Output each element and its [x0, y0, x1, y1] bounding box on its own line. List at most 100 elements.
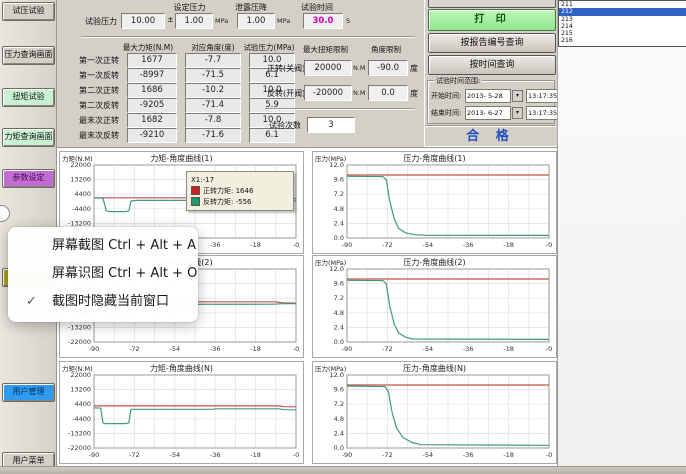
- sidebar-button-4[interactable]: 力矩查询画面: [2, 128, 55, 147]
- svg-text:-0: -0: [293, 451, 299, 459]
- start-time-label: 开始时间:: [431, 91, 465, 101]
- svg-text:-90: -90: [342, 345, 353, 353]
- report-number-list[interactable]: 211212213214215216: [558, 0, 686, 47]
- start-date-field[interactable]: 2013- 5-28: [465, 89, 511, 103]
- svg-text:-36: -36: [210, 241, 221, 249]
- angle-cell: -71.6: [185, 128, 241, 143]
- end-date-field[interactable]: 2013- 6-27: [465, 106, 511, 120]
- screenshot-context-menu: 屏幕截图 Ctrl + Alt + A屏幕识图 Ctrl + Alt + O✓截…: [8, 227, 198, 322]
- partially-visible-button[interactable]: [428, 0, 556, 8]
- svg-text:7.2: 7.2: [334, 294, 344, 302]
- start-time-field[interactable]: 13:17:35: [526, 89, 558, 103]
- svg-text:9.6: 9.6: [334, 176, 344, 184]
- forward-torque-limit-input[interactable]: 20000: [304, 60, 352, 76]
- test-count-label: 试验次数: [269, 120, 301, 131]
- row-label: 第二次反转: [69, 100, 119, 111]
- svg-text:2.4: 2.4: [334, 429, 344, 437]
- max-torque-cell: 1686: [127, 83, 177, 98]
- plus-minus-label: ±: [167, 15, 174, 24]
- angle-cell: -7.8: [185, 113, 241, 128]
- results-table: 第一次正转1677-7.710.0第一次反转-8997-71.56.1第二次正转…: [69, 53, 295, 143]
- svg-text:-22000: -22000: [68, 444, 91, 452]
- chart-canvas: -90-72-54-36-18-022000132004400-4400-132…: [60, 362, 303, 463]
- report-list-item[interactable]: 216: [559, 37, 686, 44]
- forward-angle-limit-input[interactable]: -90.0: [368, 60, 408, 76]
- context-menu-item[interactable]: 屏幕识图 Ctrl + Alt + O: [8, 260, 198, 288]
- mpa-unit-2: MPa: [277, 17, 290, 25]
- chart-y-axis-label: 压力(MPa): [315, 257, 346, 267]
- report-list-item[interactable]: 214: [559, 23, 686, 30]
- svg-text:-54: -54: [169, 345, 180, 353]
- chart-pressure-1: -90-72-54-36-18-012.09.67.24.82.40.0压力-角…: [312, 151, 557, 254]
- angle-cell: -71.5: [185, 68, 241, 83]
- svg-text:-36: -36: [463, 451, 474, 459]
- svg-text:-0: -0: [293, 345, 299, 353]
- chart-torque-n: -90-72-54-36-18-022000132004400-4400-132…: [59, 361, 304, 464]
- chart-title: 压力-角度曲线(2): [313, 257, 556, 268]
- test-count-input[interactable]: 3: [307, 117, 355, 133]
- print-button[interactable]: 打 印: [428, 9, 556, 31]
- svg-text:-4400: -4400: [72, 205, 91, 213]
- svg-text:-90: -90: [342, 241, 353, 249]
- leak-drop-input[interactable]: 1.00: [237, 13, 275, 29]
- end-time-row: 结束时间: 2013- 6-27 ▾ 13:17:35 ▲▼: [431, 106, 566, 119]
- svg-text:-36: -36: [463, 241, 474, 249]
- settings-panel: 设定压力 试验压力 10.00 ± 1.00 MPa 泄露压降 1.00 MPa…: [57, 0, 424, 147]
- col-header-angle: 对应角度(度): [183, 42, 243, 53]
- svg-text:9.6: 9.6: [334, 280, 344, 288]
- table-row: 第一次反转-8997-71.56.1: [69, 68, 295, 83]
- tooltip-x-value: X1:-17: [191, 174, 289, 185]
- angle-cell: -71.4: [185, 98, 241, 113]
- tolerance-input[interactable]: 1.00: [175, 13, 213, 29]
- context-menu-item[interactable]: ✓截图时隐藏当前窗口: [8, 288, 198, 316]
- query-by-time-button[interactable]: 按时间查询: [428, 55, 556, 75]
- report-list-item[interactable]: 213: [559, 16, 686, 23]
- sidebar-button-7[interactable]: 用户管理: [2, 383, 55, 402]
- end-date-dropdown-icon[interactable]: ▾: [512, 107, 523, 119]
- svg-text:13200: 13200: [70, 386, 91, 394]
- svg-text:-4400: -4400: [72, 415, 91, 423]
- degree-unit-1: 度: [410, 63, 418, 74]
- reverse-torque-limit-input[interactable]: -20000: [304, 85, 352, 101]
- reverse-open-label: 反转(开阀): [267, 88, 305, 99]
- nm-unit-2: N.M: [353, 89, 366, 97]
- svg-text:-18: -18: [250, 451, 261, 459]
- sidebar-button-3[interactable]: 扭矩试验: [2, 88, 55, 107]
- angle-cell: -7.7: [185, 53, 241, 68]
- svg-text:-72: -72: [382, 241, 393, 249]
- table-row: 最末次正转1682-7.810.0: [69, 113, 295, 128]
- sidebar-button-5[interactable]: 参数设定: [2, 169, 55, 188]
- reverse-angle-limit-input[interactable]: 0.0: [368, 85, 408, 101]
- sidebar-button-2[interactable]: 压力查询画面: [2, 46, 55, 65]
- chart-y-axis-label: 压力(MPa): [315, 153, 346, 163]
- mpa-unit-1: MPa: [215, 17, 228, 25]
- test-time-input[interactable]: 30.0: [303, 13, 343, 29]
- chart-title: 压力-角度曲线(1): [313, 153, 556, 164]
- test-pressure-input[interactable]: 10.00: [121, 13, 165, 29]
- separator: [81, 36, 415, 38]
- query-panel: 打 印 按报告编号查询 按时间查询 试验时间范围: 开始时间: 2013- 5-…: [424, 0, 557, 147]
- forward-torque-swatch: [191, 186, 200, 195]
- seconds-unit: S: [346, 17, 350, 25]
- svg-text:-54: -54: [422, 345, 433, 353]
- chart-y-axis-label: 力矩(N.M): [62, 363, 93, 373]
- query-by-report-button[interactable]: 按报告编号查询: [428, 33, 556, 53]
- svg-text:-72: -72: [129, 451, 140, 459]
- start-date-dropdown-icon[interactable]: ▾: [512, 90, 523, 102]
- separator: [265, 108, 415, 110]
- pressure-cell: 5.9: [249, 98, 295, 113]
- report-list-item[interactable]: 211: [559, 1, 686, 8]
- svg-text:-54: -54: [422, 241, 433, 249]
- report-list-item[interactable]: 212: [559, 8, 686, 15]
- svg-text:-54: -54: [422, 451, 433, 459]
- svg-text:-90: -90: [89, 345, 100, 353]
- tooltip-reverse-torque: 反转力矩: -556: [203, 197, 251, 207]
- chart-title: 压力-角度曲线(N): [313, 363, 556, 374]
- svg-text:-13200: -13200: [68, 323, 91, 331]
- report-list-item[interactable]: 215: [559, 30, 686, 37]
- context-menu-item[interactable]: 屏幕截图 Ctrl + Alt + A: [8, 232, 198, 260]
- sidebar-button-1[interactable]: 试压试验: [2, 2, 55, 21]
- max-torque-cell: -8997: [127, 68, 177, 83]
- end-time-field[interactable]: 13:17:35: [526, 106, 558, 120]
- svg-text:-22000: -22000: [68, 338, 91, 346]
